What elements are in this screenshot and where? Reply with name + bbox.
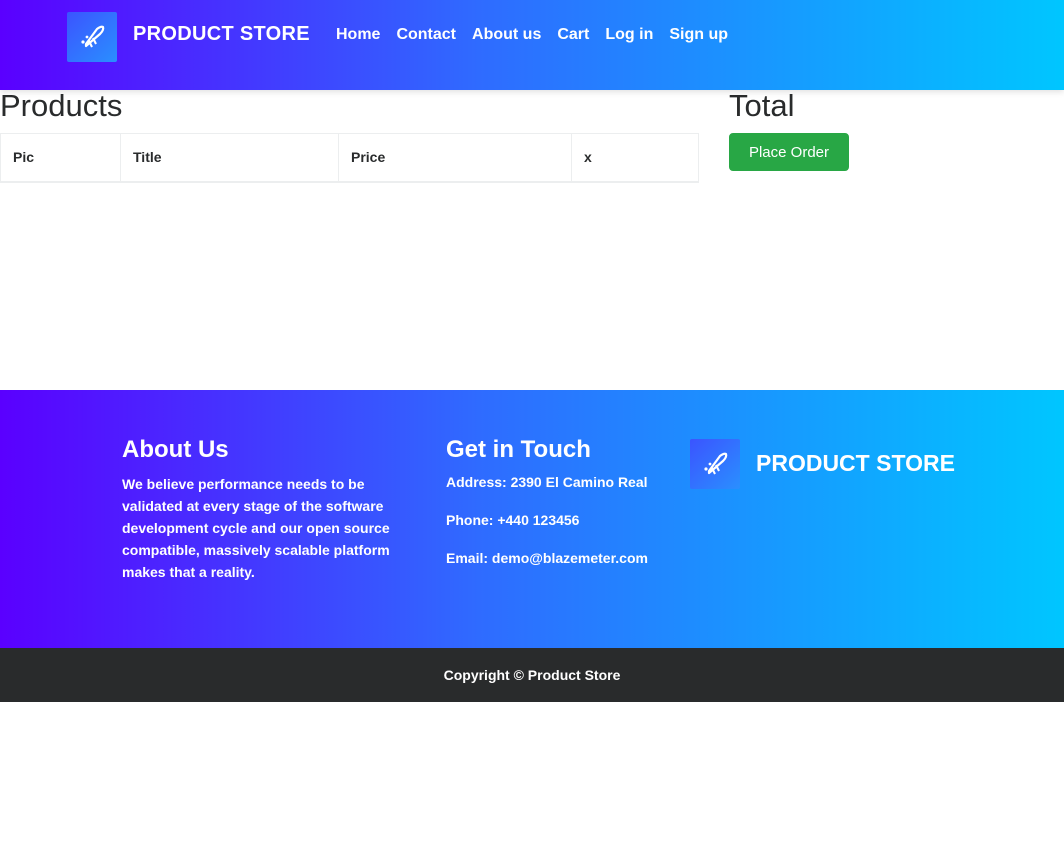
table-header-row: Pic Title Price x xyxy=(0,133,699,183)
brand-title[interactable]: PRODUCT STORE xyxy=(133,23,310,46)
column-header-price: Price xyxy=(338,133,572,183)
about-us-heading: About Us xyxy=(122,436,229,463)
nav-contact[interactable]: Contact xyxy=(396,26,456,44)
footer-brand-title: PRODUCT STORE xyxy=(756,450,955,476)
column-header-title: Title xyxy=(120,133,339,183)
copyright-bar: Copyright © Product Store xyxy=(0,648,1064,702)
total-heading: Total xyxy=(729,88,795,123)
column-header-pic: Pic xyxy=(0,133,121,183)
get-in-touch-heading: Get in Touch xyxy=(446,436,591,463)
nav-home[interactable]: Home xyxy=(336,26,380,44)
footer: About Us We believe performance needs to… xyxy=(0,390,1064,648)
address-text: Address: 2390 El Camino Real xyxy=(446,474,648,490)
nav-sign-up[interactable]: Sign up xyxy=(669,26,728,44)
nav-log-in[interactable]: Log in xyxy=(605,26,653,44)
nav-about-us[interactable]: About us xyxy=(472,26,541,44)
products-heading: Products xyxy=(0,88,123,123)
navbar: PRODUCT STORE Home Contact About us Cart… xyxy=(0,0,1064,90)
about-us-text: We believe performance needs to be valid… xyxy=(122,476,390,580)
copyright-text: Copyright © Product Store xyxy=(443,667,621,683)
email-text: Email: demo@blazemeter.com xyxy=(446,550,648,566)
cart-table: Pic Title Price x xyxy=(0,133,699,183)
rocket-logo-icon[interactable] xyxy=(67,12,117,62)
place-order-button[interactable]: Place Order xyxy=(729,133,849,171)
phone-text: Phone: +440 123456 xyxy=(446,512,580,528)
nav-menu: Home Contact About us Cart Log in Sign u… xyxy=(336,26,744,44)
column-header-delete: x xyxy=(571,133,699,183)
rocket-logo-icon xyxy=(690,439,740,489)
nav-cart[interactable]: Cart xyxy=(557,26,589,44)
